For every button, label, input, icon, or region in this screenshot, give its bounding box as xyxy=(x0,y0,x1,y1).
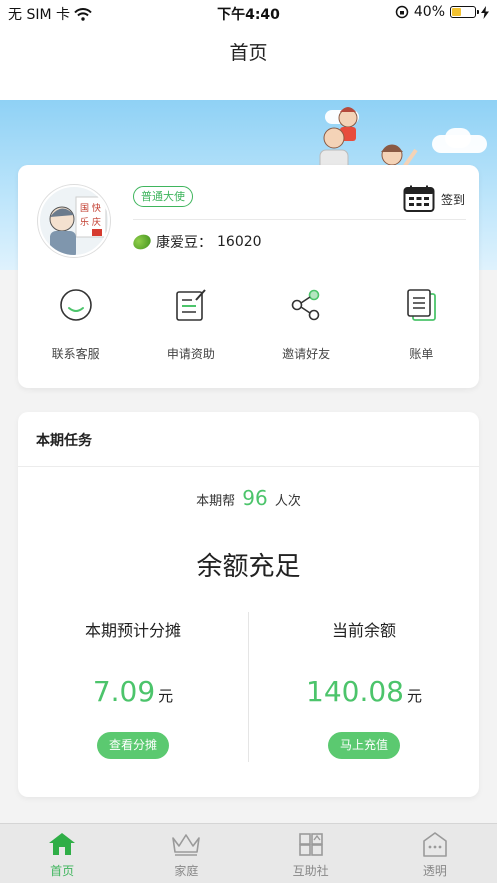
nav-bar: 首页 xyxy=(0,26,497,100)
helped-count-line: 本期帮 96 人次 xyxy=(18,486,479,510)
helped-prefix: 本期帮 xyxy=(196,494,236,509)
action-label: 邀请好友 xyxy=(282,347,331,361)
estimate-heading: 本期预计分摊 xyxy=(84,621,181,640)
calendar-icon xyxy=(403,185,435,212)
estimate-amount: 7.09 xyxy=(92,675,156,708)
tab-label: 首页 xyxy=(50,864,75,878)
rotation-lock-icon xyxy=(395,5,409,19)
balance-status: 余额充足 xyxy=(196,552,301,582)
action-label: 申请资助 xyxy=(166,347,215,361)
community-icon xyxy=(296,831,326,857)
helped-suffix: 人次 xyxy=(274,494,301,509)
tab-label: 透明 xyxy=(422,864,447,878)
helped-count: 96 xyxy=(242,486,268,510)
tab-family[interactable]: 家庭 xyxy=(124,824,248,883)
member-badge: 普通大使 xyxy=(133,186,193,207)
beans-value: 16020 xyxy=(217,234,262,250)
action-bill[interactable]: 账单 xyxy=(364,285,479,375)
recharge-button[interactable]: 马上充值 xyxy=(327,732,400,759)
beans-balance: 康爱豆： 16020 xyxy=(130,231,262,253)
quick-actions: 联系客服 申请资助 邀请好友 账单 xyxy=(18,285,479,375)
action-label: 账单 xyxy=(409,347,434,361)
beans-label: 康爱豆： xyxy=(156,235,212,251)
balance-amount-line: 140.08 元 xyxy=(249,675,479,708)
tab-community[interactable]: 互助社 xyxy=(249,824,373,883)
tab-bar: 首页 家庭 互助社 透明 xyxy=(0,823,497,883)
task-card: 本期任务 本期帮 96 人次 余额充足 本期预计分摊 7.09 元 查看分摊 当前… xyxy=(18,412,479,797)
balance-heading: 当前余额 xyxy=(331,621,396,640)
application-icon xyxy=(171,285,211,325)
building-icon xyxy=(420,831,450,857)
svg-text:国 快: 国 快 xyxy=(80,202,101,214)
home-icon xyxy=(47,831,77,857)
tab-transparency[interactable]: 透明 xyxy=(373,824,497,883)
balance-column: 当前余额 140.08 元 马上充值 xyxy=(249,617,479,759)
action-invite-friends[interactable]: 邀请好友 xyxy=(249,285,364,375)
action-apply-aid[interactable]: 申请资助 xyxy=(133,285,248,375)
view-share-button[interactable]: 查看分摊 xyxy=(96,732,169,759)
profile-card: 国 快 乐 庆 普通大使 签到 康爱豆： 16020 联系客服 申请资助 邀请好… xyxy=(18,165,479,388)
crown-icon xyxy=(171,831,201,857)
estimate-unit: 元 xyxy=(158,687,174,705)
bill-icon xyxy=(401,285,441,325)
status-bar: 无 SIM 卡 下午4:40 40% xyxy=(0,0,497,26)
balance-amount: 140.08 xyxy=(306,675,404,708)
profile-divider xyxy=(133,219,466,220)
bean-icon xyxy=(130,231,154,253)
estimate-column: 本期预计分摊 7.09 元 查看分摊 xyxy=(18,617,248,759)
task-title: 本期任务 xyxy=(36,433,92,449)
action-contact-service[interactable]: 联系客服 xyxy=(18,285,133,375)
battery-icon xyxy=(450,6,479,18)
chat-icon xyxy=(56,285,96,325)
page-title: 首页 xyxy=(229,42,268,64)
battery-percent: 40% xyxy=(413,4,445,20)
share-icon xyxy=(286,285,326,325)
tab-label: 互助社 xyxy=(292,864,329,878)
tab-home[interactable]: 首页 xyxy=(0,824,124,883)
status-right: 40% xyxy=(395,4,489,20)
signin-button[interactable]: 签到 xyxy=(403,185,465,213)
estimate-amount-line: 7.09 元 xyxy=(18,675,248,708)
signin-label: 签到 xyxy=(440,192,465,207)
avatar[interactable]: 国 快 乐 庆 xyxy=(38,185,110,257)
action-label: 联系客服 xyxy=(51,347,100,361)
tab-label: 家庭 xyxy=(174,864,199,878)
charging-bolt-icon xyxy=(481,5,489,19)
balance-unit: 元 xyxy=(406,687,422,705)
task-divider xyxy=(18,466,479,467)
svg-text:乐 庆: 乐 庆 xyxy=(80,216,101,228)
